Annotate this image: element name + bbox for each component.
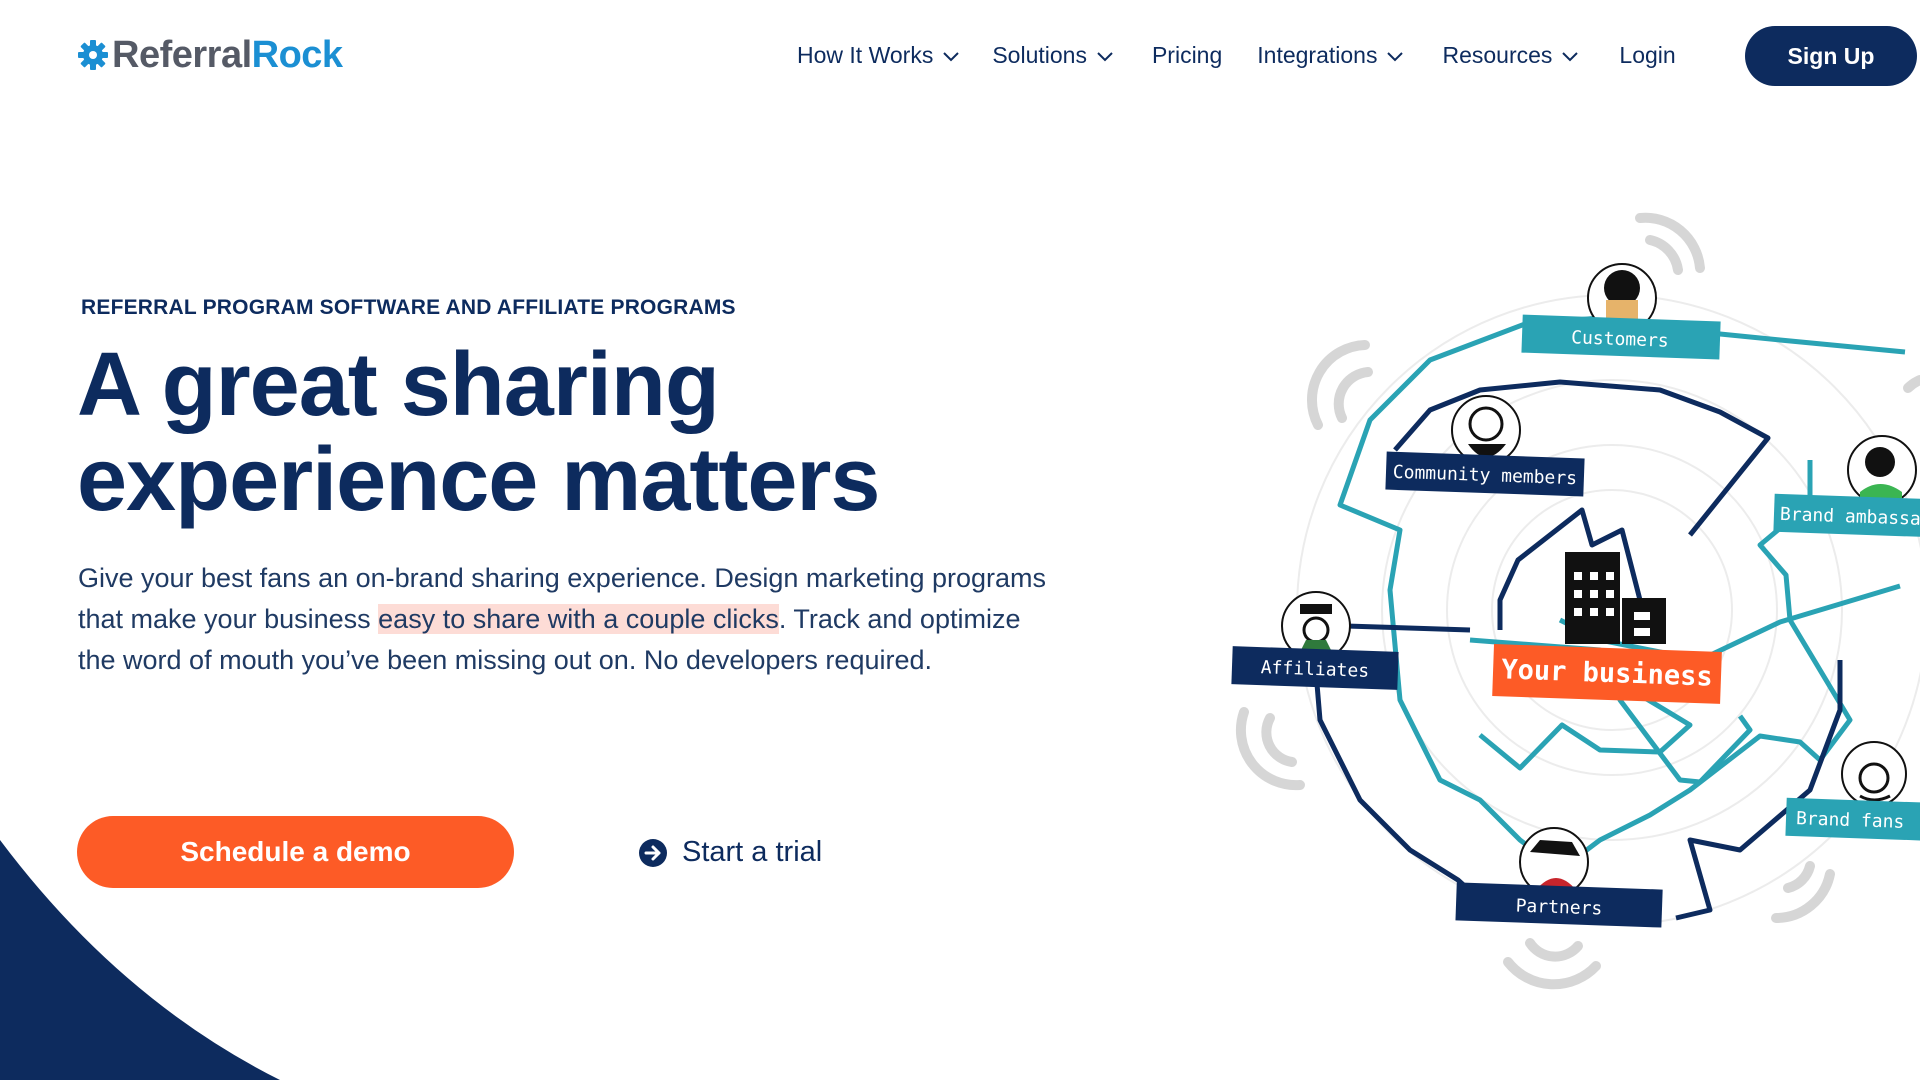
nav-integrations[interactable]: Integrations: [1257, 42, 1404, 69]
affiliates-label: Affiliates: [1260, 657, 1369, 682]
logo-text-referral: Referral: [112, 34, 252, 76]
nav-label: Solutions: [992, 42, 1087, 68]
gear-logo-icon: [78, 40, 108, 70]
decorative-wave-shape: [0, 840, 280, 1080]
nav-resources[interactable]: Resources: [1442, 42, 1579, 69]
building-icon: [1565, 552, 1666, 644]
affiliates-node: Affiliates: [1231, 591, 1399, 690]
desc-highlight: easy to share with a couple clicks: [378, 604, 779, 634]
headline-line-1: A great sharing: [77, 335, 720, 435]
hero-headline: A great sharing experience matters: [77, 338, 1037, 528]
brand-fans-node: Brand fans: [1785, 741, 1920, 841]
signal-arcs: [1235, 212, 1920, 990]
navy-network-path: [1312, 379, 1843, 921]
nav-login[interactable]: Login: [1619, 42, 1675, 69]
your-business-label: Your business: [1501, 654, 1713, 692]
chevron-down-icon: [1562, 51, 1579, 61]
chevron-down-icon: [943, 51, 960, 61]
start-trial-label: Start a trial: [682, 836, 823, 868]
partners-node: Partners: [1455, 827, 1663, 928]
customers-node: Customers: [1521, 263, 1721, 360]
brand-ambassadors-node: Brand ambassa: [1773, 435, 1920, 538]
hero-description: Give your best fans an on-brand sharing …: [78, 558, 1058, 681]
logo-text-rock: Rock: [251, 34, 343, 76]
your-business-tag: Your business: [1492, 644, 1722, 704]
arrow-right-circle-icon: [639, 838, 667, 867]
logo-wordmark: ReferralRock: [112, 36, 343, 74]
referralrock-logo[interactable]: ReferralRock: [76, 36, 343, 74]
partners-label: Partners: [1515, 895, 1602, 919]
headline-line-2: experience matters: [77, 430, 880, 530]
main-nav: How It Works Solutions Pricing Integrati…: [797, 42, 1676, 69]
chevron-down-icon: [1097, 51, 1113, 61]
chevron-down-icon: [1387, 51, 1404, 61]
start-trial-link[interactable]: Start a trial: [638, 836, 822, 869]
community-members-node: Community members: [1385, 395, 1585, 497]
brand-fans-label: Brand fans: [1796, 808, 1905, 833]
hero-eyebrow: REFERRAL PROGRAM SOFTWARE AND AFFILIATE …: [81, 296, 736, 319]
nav-label: Pricing: [1151, 42, 1223, 68]
sign-up-button[interactable]: Sign Up: [1745, 26, 1917, 86]
nav-label: Resources: [1442, 42, 1553, 68]
nav-label: How It Works: [797, 42, 934, 68]
nav-label: Integrations: [1257, 42, 1378, 68]
customers-label: Customers: [1571, 327, 1669, 351]
nav-label: Login: [1619, 42, 1676, 68]
teal-network-ring: [1337, 315, 1906, 873]
nav-how-it-works[interactable]: How It Works: [797, 42, 960, 69]
nav-solutions[interactable]: Solutions: [992, 42, 1114, 69]
brand-ambassadors-label: Brand ambassa: [1780, 504, 1920, 530]
community-members-label: Community members: [1393, 462, 1578, 489]
nav-pricing[interactable]: Pricing: [1152, 42, 1222, 69]
